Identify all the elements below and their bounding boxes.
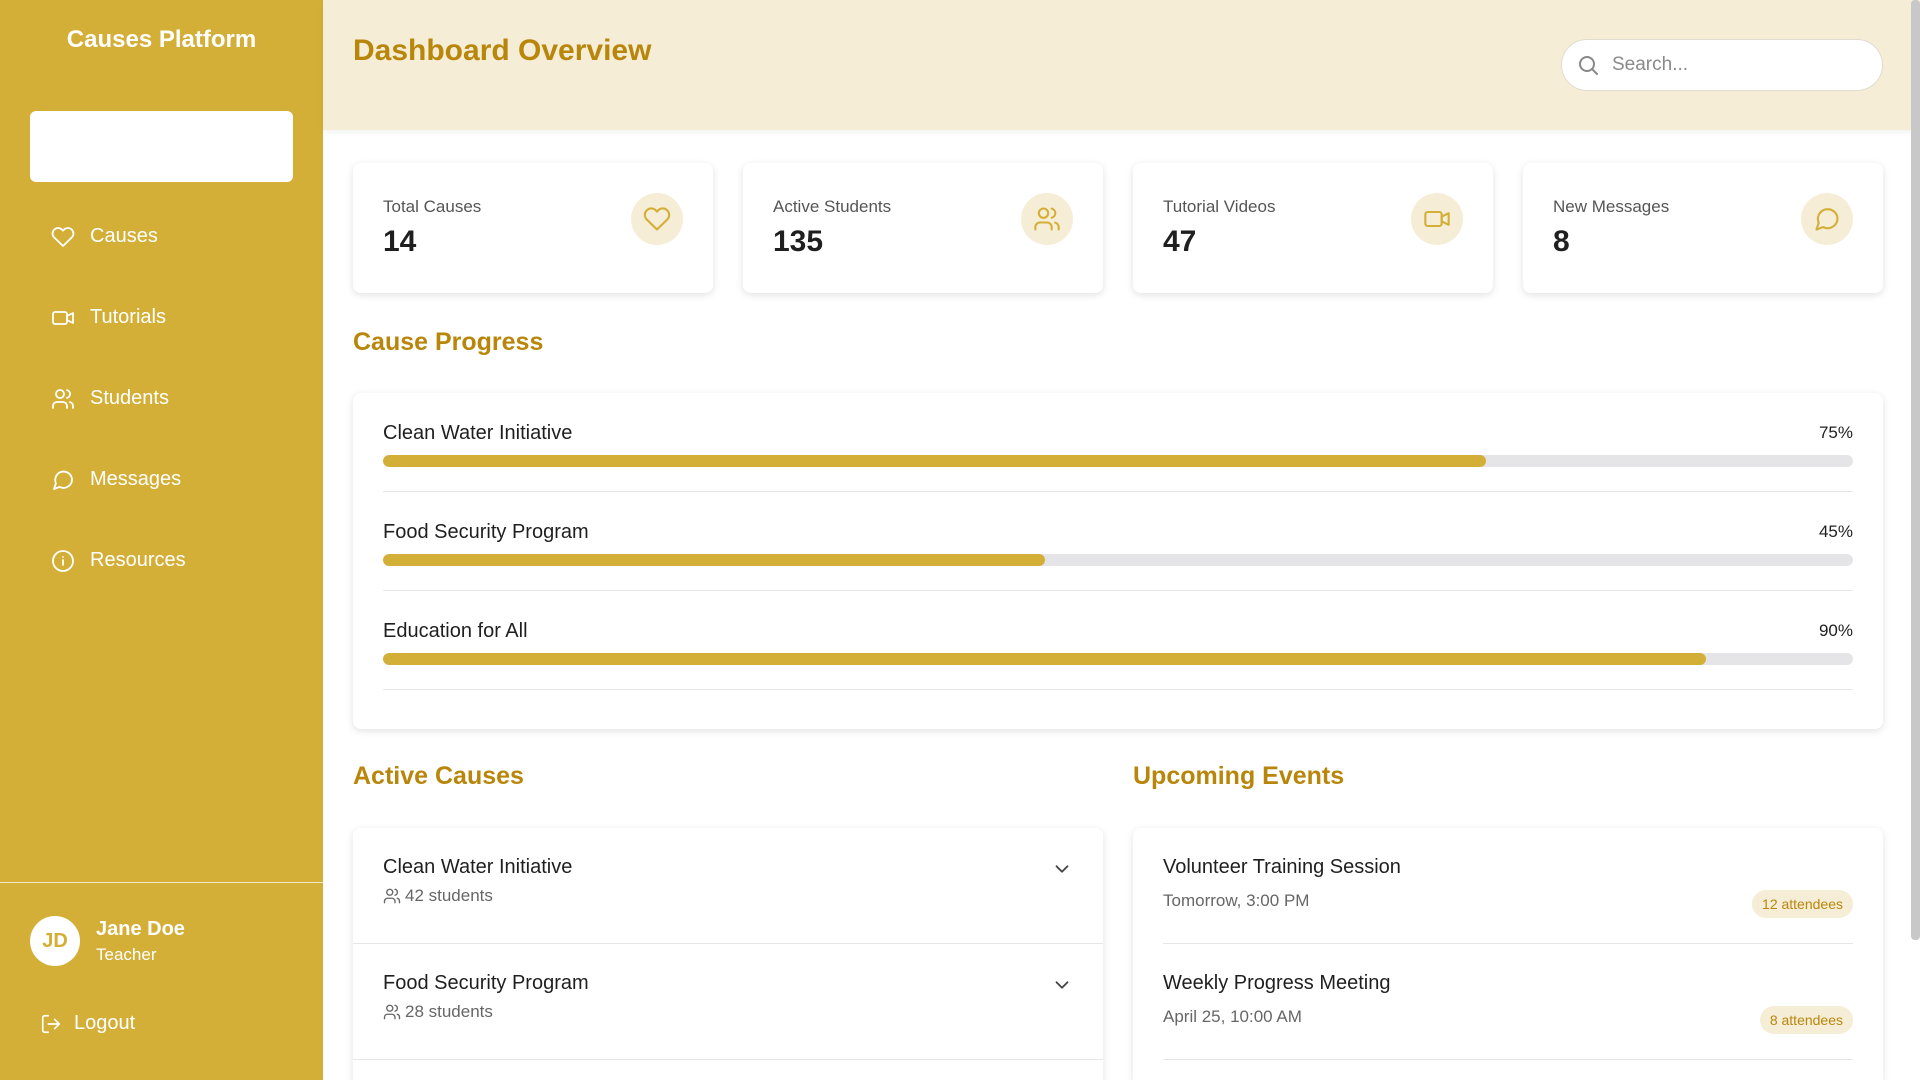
logout-icon — [41, 1014, 61, 1033]
stat-value: 8 — [1553, 225, 1570, 258]
user-profile[interactable]: JD Jane Doe Teacher — [30, 916, 185, 966]
progress-item: Food Security Program 45% — [383, 492, 1853, 591]
cause-students: 28 students — [383, 1002, 493, 1022]
progress-name: Education for All — [383, 620, 528, 642]
sidebar-nav: Causes Tutorials Students Messages Resou… — [0, 196, 323, 601]
event-time: Tomorrow, 3:00 PM — [1163, 891, 1310, 910]
search-box[interactable] — [1561, 39, 1883, 91]
logout-label: Logout — [74, 1012, 136, 1034]
progress-fill — [383, 455, 1486, 467]
scrollbar[interactable] — [1911, 0, 1920, 940]
info-icon — [50, 548, 76, 574]
progress-bar — [383, 653, 1853, 665]
video-icon — [50, 305, 76, 331]
user-role: Teacher — [96, 944, 157, 964]
message-icon — [1801, 193, 1853, 245]
stat-card-new-messages: New Messages 8 — [1523, 163, 1883, 293]
users-icon — [383, 1004, 401, 1020]
sidebar-item-tutorials[interactable]: Tutorials — [0, 277, 323, 358]
active-causes-list: Clean Water Initiative 42 students Food … — [353, 828, 1103, 1080]
page-title: Dashboard Overview — [353, 34, 652, 67]
logout-button[interactable]: Logout — [40, 1012, 135, 1035]
sidebar-item-resources[interactable]: Resources — [0, 520, 323, 601]
sidebar-item-students[interactable]: Students — [0, 358, 323, 439]
list-item[interactable]: Weekly Progress Meeting April 25, 10:00 … — [1163, 944, 1853, 1060]
progress-bar — [383, 554, 1853, 566]
sidebar-item-label: Messages — [90, 468, 182, 490]
active-causes-title: Active Causes — [353, 762, 524, 790]
user-info: Jane Doe Teacher — [96, 918, 185, 965]
stat-label: Total Causes — [383, 197, 482, 216]
sidebar-item-label: Causes — [90, 225, 158, 247]
stat-card-active-students: Active Students 135 — [743, 163, 1103, 293]
progress-name: Clean Water Initiative — [383, 422, 573, 444]
heart-icon — [631, 193, 683, 245]
progress-item: Education for All 90% — [383, 591, 1853, 690]
chevron-down-icon[interactable] — [1051, 974, 1073, 996]
list-item[interactable]: Volunteer Training Session Tomorrow, 3:0… — [1163, 828, 1853, 944]
stat-label: New Messages — [1553, 197, 1670, 216]
cause-progress-card: Clean Water Initiative 75% Food Security… — [353, 393, 1883, 729]
list-item[interactable]: Clean Water Initiative 42 students — [353, 828, 1103, 944]
sidebar-divider — [0, 882, 323, 883]
brand-title: Causes Platform — [66, 26, 257, 53]
stats-row: Total Causes 14 Active Students 135 Tuto… — [353, 163, 1883, 293]
progress-item: Clean Water Initiative 75% — [383, 393, 1853, 492]
stat-value: 47 — [1163, 225, 1197, 258]
sidebar-blank-panel — [30, 111, 293, 182]
progress-percent: 45% — [1818, 522, 1853, 541]
page-header: Dashboard Overview — [323, 0, 1920, 130]
video-icon — [1411, 193, 1463, 245]
sidebar: Causes Platform Causes Tutorials Student… — [0, 0, 323, 1080]
cause-students-count: 28 students — [405, 1002, 493, 1021]
event-time: April 25, 10:00 AM — [1163, 1007, 1302, 1026]
message-icon — [50, 467, 76, 493]
users-icon — [383, 888, 401, 904]
progress-percent: 90% — [1818, 621, 1853, 640]
upcoming-events-list: Volunteer Training Session Tomorrow, 3:0… — [1133, 828, 1883, 1080]
cause-students-count: 42 students — [405, 886, 493, 905]
sidebar-item-causes[interactable]: Causes — [0, 196, 323, 277]
stat-card-total-causes: Total Causes 14 — [353, 163, 713, 293]
cause-students: 42 students — [383, 886, 493, 906]
users-icon — [1021, 193, 1073, 245]
progress-fill — [383, 554, 1045, 566]
sidebar-item-label: Tutorials — [90, 306, 166, 328]
list-item[interactable]: Food Security Program 28 students — [353, 944, 1103, 1060]
event-name: Volunteer Training Session — [1163, 856, 1401, 878]
users-icon — [50, 386, 76, 412]
avatar: JD — [30, 916, 80, 966]
progress-fill — [383, 653, 1706, 665]
chevron-down-icon[interactable] — [1051, 858, 1073, 880]
attendees-badge: 12 attendees — [1752, 890, 1853, 918]
progress-bar — [383, 455, 1853, 467]
cause-progress-title: Cause Progress — [353, 328, 544, 356]
progress-name: Food Security Program — [383, 521, 589, 543]
stat-value: 14 — [383, 225, 417, 258]
attendees-badge: 8 attendees — [1759, 1006, 1853, 1034]
stat-card-tutorial-videos: Tutorial Videos 47 — [1133, 163, 1493, 293]
stat-label: Tutorial Videos — [1163, 197, 1276, 216]
heart-icon — [50, 224, 76, 250]
sidebar-item-messages[interactable]: Messages — [0, 439, 323, 520]
upcoming-events-title: Upcoming Events — [1133, 762, 1345, 790]
event-name: Weekly Progress Meeting — [1163, 972, 1391, 994]
user-name: Jane Doe — [96, 917, 185, 940]
stat-label: Active Students — [773, 197, 892, 216]
cause-name: Clean Water Initiative — [383, 856, 573, 878]
stat-value: 135 — [773, 225, 824, 258]
sidebar-item-label: Resources — [90, 549, 186, 571]
cause-name: Food Security Program — [383, 972, 589, 994]
search-icon — [1579, 56, 1598, 75]
sidebar-item-label: Students — [90, 387, 169, 409]
search-input[interactable] — [1612, 54, 1862, 76]
progress-percent: 75% — [1818, 423, 1853, 442]
